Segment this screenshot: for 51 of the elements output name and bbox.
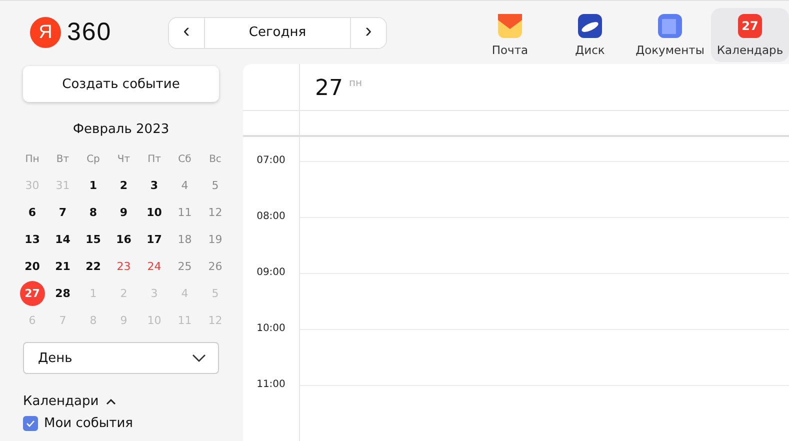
weekday-label: Ср	[86, 154, 101, 167]
chevron-up-icon	[106, 398, 116, 404]
day-number: 27	[315, 76, 343, 103]
calendar-day[interactable]: 1	[80, 173, 106, 198]
hour-label: 07:00	[256, 155, 286, 168]
calendar-day[interactable]: 15	[80, 227, 106, 252]
checkbox[interactable]	[23, 416, 38, 431]
calendar-day[interactable]: 7	[50, 200, 76, 225]
today-button[interactable]: Сегодня	[204, 18, 351, 48]
calendar-day[interactable]: 28	[50, 281, 76, 306]
hour-label: 08:00	[256, 211, 286, 224]
weekday-label: Пт	[146, 154, 162, 167]
hour-label: 11:00	[256, 379, 286, 392]
calendar-day[interactable]: 27	[20, 281, 45, 306]
calendar-day[interactable]: 10	[142, 200, 167, 225]
envelope-icon	[498, 14, 522, 38]
weekday-label: Сб	[177, 154, 192, 167]
calendar-day[interactable]: 9	[111, 200, 136, 225]
chevron-down-icon	[192, 354, 206, 362]
calendar-day[interactable]: 21	[50, 254, 76, 279]
calendar-day[interactable]: 22	[80, 254, 106, 279]
create-event-button[interactable]: Создать событие	[23, 66, 219, 102]
calendar-day[interactable]: 16	[111, 227, 136, 252]
app-tab[interactable]: 27 Календарь	[711, 8, 789, 62]
weekday-label: Вт	[55, 154, 70, 167]
calendar-day[interactable]: 14	[50, 227, 76, 252]
checkmark-icon	[26, 420, 35, 427]
calendar-day[interactable]: 20	[20, 254, 45, 279]
calendar-day[interactable]: 13	[20, 227, 45, 252]
calendars-toggle[interactable]: Календари	[23, 394, 219, 409]
weekday-label: пн	[349, 78, 362, 91]
calendar-day[interactable]: 6	[20, 200, 45, 225]
hour-label: 10:00	[256, 323, 286, 336]
logo-icon[interactable]: Я	[30, 17, 61, 48]
calendar-name: Мои события	[44, 416, 133, 431]
calendar-day[interactable]: 2	[111, 173, 136, 198]
calendar-day[interactable]: 8	[80, 200, 106, 225]
weekday-label: Пн	[24, 154, 40, 167]
weekday-label: Вс	[208, 154, 222, 167]
calendar-badge-icon: 27	[738, 14, 762, 38]
weekday-label: Чт	[116, 154, 132, 167]
hour-label: 09:00	[256, 267, 286, 280]
app-tab[interactable]: Документы	[629, 8, 711, 62]
month-title: Февраль 2023	[72, 122, 170, 137]
calendar-day[interactable]: 3	[142, 173, 167, 198]
view-dropdown[interactable]: День	[23, 342, 219, 374]
document-icon	[658, 14, 682, 38]
logo-text: 360	[67, 18, 112, 47]
app-tab[interactable]: Диск	[551, 8, 629, 62]
calendar-day[interactable]: 17	[142, 227, 167, 252]
app-tab[interactable]: Почта	[469, 8, 551, 62]
